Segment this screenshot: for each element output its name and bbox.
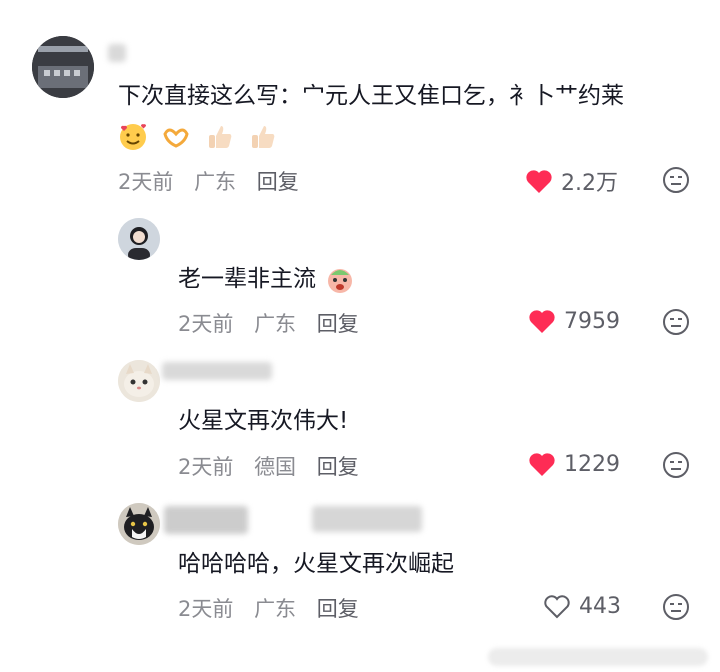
avatar[interactable]: [118, 503, 160, 545]
like-count: 443: [579, 593, 621, 619]
like-count: 1229: [564, 451, 620, 477]
smiling-hearts-emoji-icon: [120, 123, 147, 150]
comment-meta: 2天前 德国 回复: [178, 451, 373, 481]
reply-button[interactable]: 回复: [317, 312, 359, 336]
cat-avatar-image: [118, 360, 160, 402]
like-count: 7959: [564, 308, 620, 334]
comment-meta: 2天前 广东 回复: [178, 593, 373, 623]
comment-text: 下次直接这么写：宀元人王又隹口乞，衤卜艹约莱: [118, 83, 624, 109]
comment-location: 广东: [254, 312, 297, 336]
black-white-cat-avatar-image: [118, 503, 160, 545]
comment-time: 2天前: [118, 170, 174, 194]
building-avatar-image: [32, 36, 94, 98]
crying-face-emoji-icon: [328, 268, 353, 293]
comment-text: 老一辈非主流: [178, 266, 316, 292]
username-blurred[interactable]: [162, 362, 272, 380]
thumbs-up-emoji-icon: [208, 125, 231, 148]
username-blurred[interactable]: [312, 506, 422, 532]
thumbs-up-emoji-icon: [251, 125, 275, 148]
comment-time: 2天前: [178, 312, 234, 336]
like-button[interactable]: 1229: [528, 451, 620, 477]
heart-hands-emoji-icon: [163, 128, 189, 148]
heart-outline-icon: [544, 595, 570, 619]
username-blurred[interactable]: [108, 44, 126, 62]
comment-text: 火星文再次伟大!: [178, 408, 349, 434]
heart-icon: [529, 453, 555, 476]
dislike-face-icon[interactable]: [662, 593, 690, 621]
like-button[interactable]: 443: [543, 593, 621, 619]
dislike-face-icon[interactable]: [662, 308, 690, 336]
emoji-row: [118, 120, 284, 152]
heart-icon: [529, 310, 555, 333]
comment-location: 广东: [194, 170, 237, 194]
comment-text-row: 老一辈非主流: [178, 263, 361, 295]
like-button[interactable]: 2.2万: [525, 165, 618, 197]
comment-meta: 2天前 广东 回复: [118, 166, 313, 196]
reply-button[interactable]: 回复: [317, 597, 359, 621]
reply-button[interactable]: 回复: [317, 455, 359, 479]
comment-text: 哈哈哈哈，火星文再次崛起: [178, 551, 454, 577]
comment-time: 2天前: [178, 455, 234, 479]
avatar[interactable]: [118, 218, 160, 260]
avatar[interactable]: [118, 360, 160, 402]
comment-location: 广东: [254, 597, 297, 621]
comment-location: 德国: [254, 455, 297, 479]
comment-meta: 2天前 广东 回复: [178, 308, 373, 338]
reply-button[interactable]: 回复: [257, 170, 299, 194]
dislike-face-icon[interactable]: [662, 451, 690, 479]
comment-time: 2天前: [178, 597, 234, 621]
avatar[interactable]: [32, 36, 94, 98]
like-count: 2.2万: [561, 171, 618, 196]
watermark-blurred: [488, 648, 708, 666]
heart-icon: [526, 170, 552, 193]
dislike-face-icon[interactable]: [662, 166, 690, 194]
person-avatar-image: [118, 218, 160, 260]
like-button[interactable]: 7959: [528, 308, 620, 334]
username-blurred[interactable]: [164, 506, 248, 534]
